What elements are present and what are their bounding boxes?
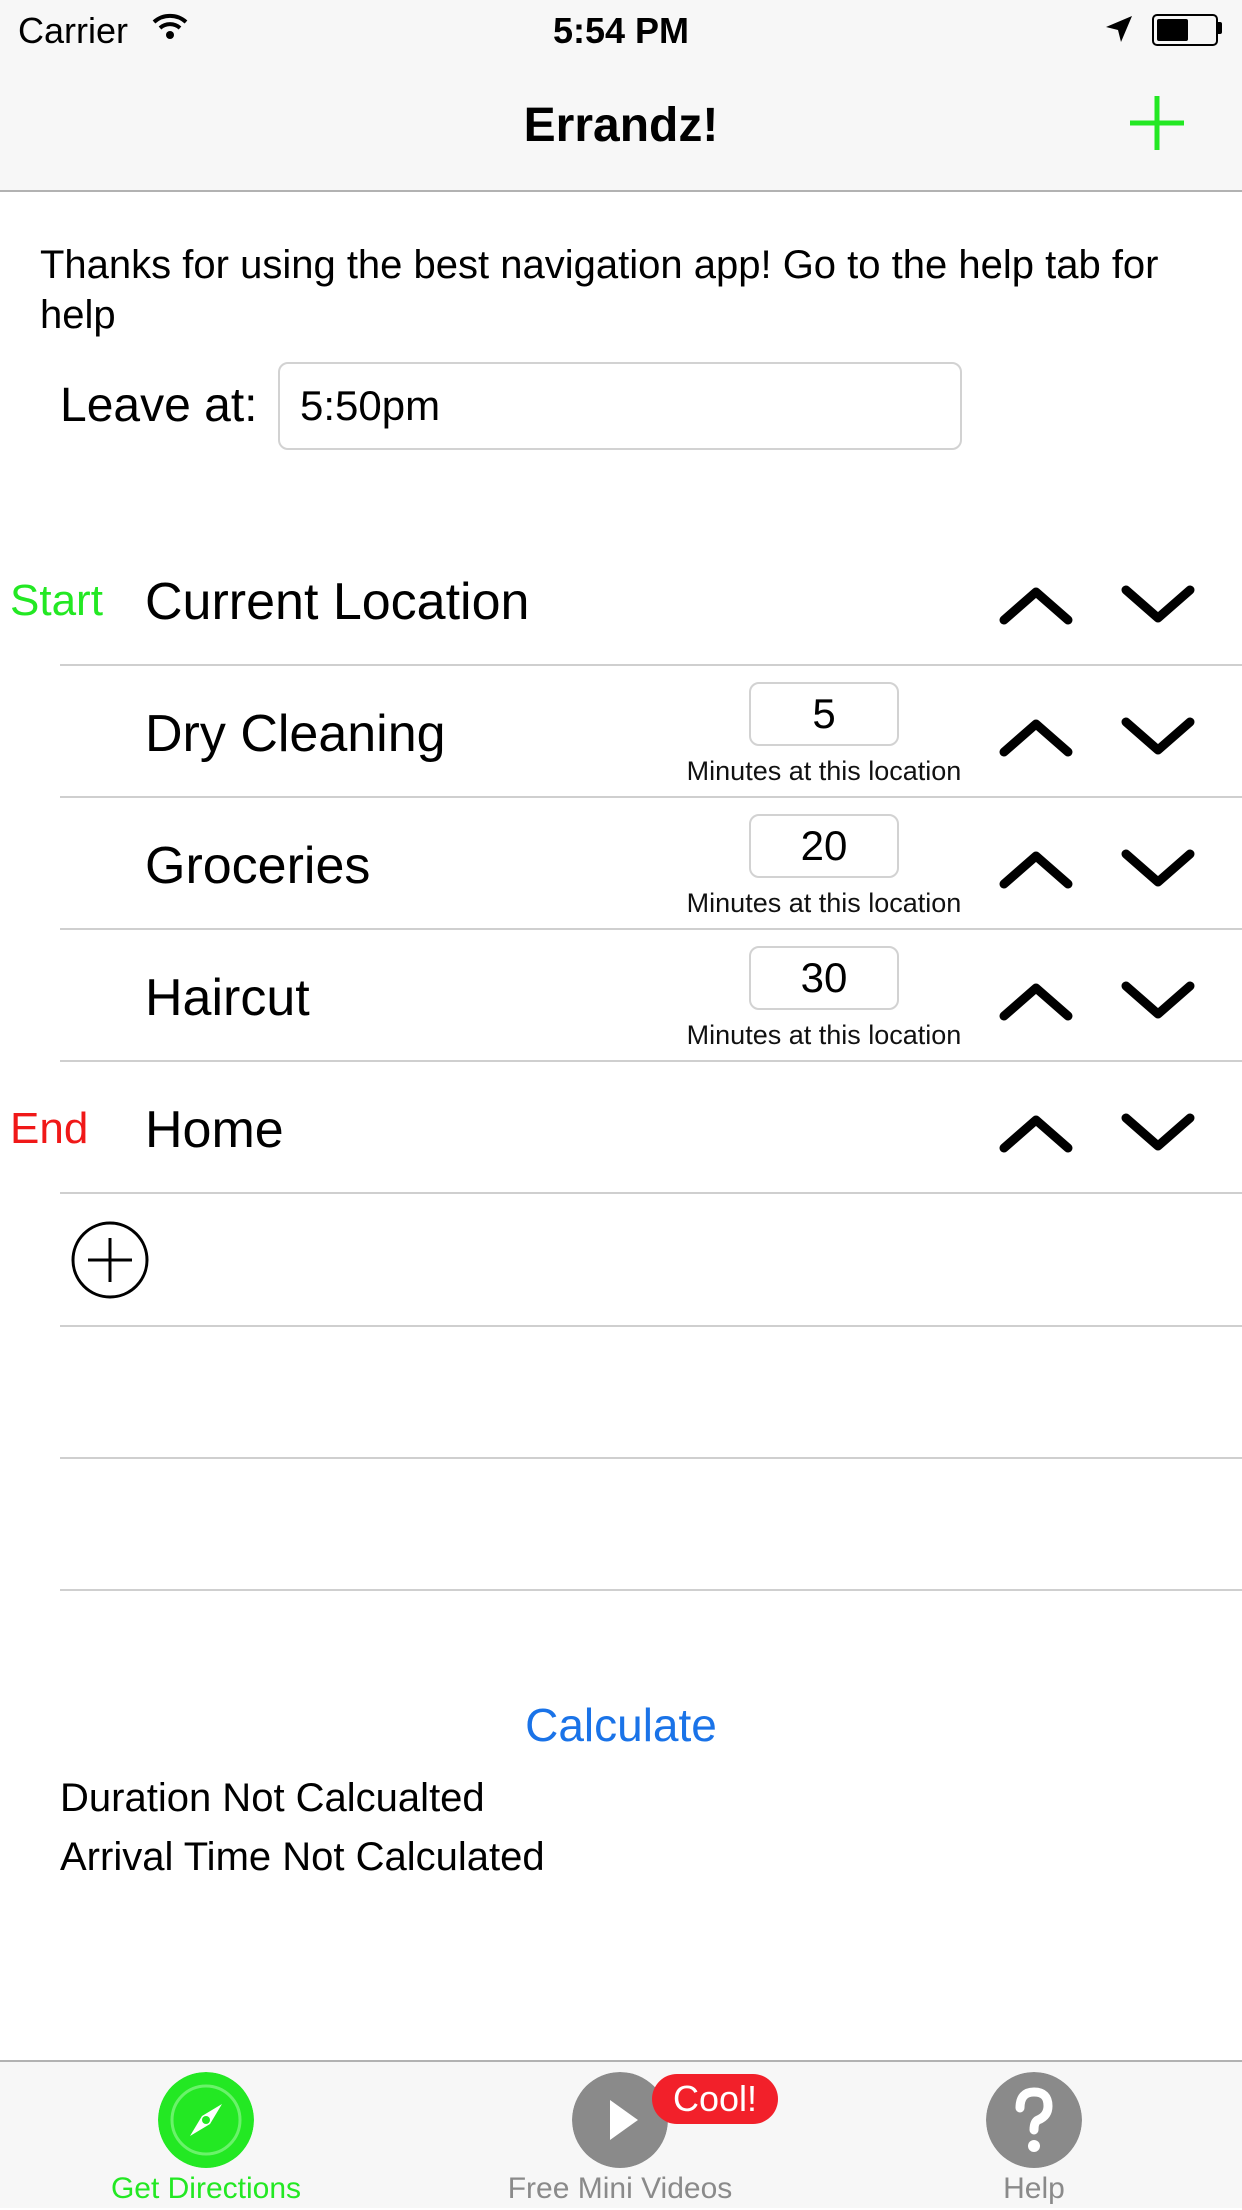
move-down-button[interactable] bbox=[1118, 580, 1198, 630]
navigation-bar: Errandz! bbox=[0, 62, 1242, 192]
play-icon bbox=[572, 2072, 668, 2168]
tab-get-directions[interactable]: Get Directions bbox=[56, 2062, 356, 2210]
plus-icon bbox=[1130, 96, 1184, 150]
row-divider bbox=[60, 1457, 1242, 1459]
end-tag: End bbox=[10, 1104, 89, 1153]
minutes-caption: Minutes at this location bbox=[686, 888, 962, 918]
move-up-button[interactable] bbox=[996, 580, 1076, 630]
stop-row-start[interactable]: Start Current Location bbox=[0, 534, 1242, 666]
stop-row-haircut[interactable]: Haircut 30 Minutes at this location bbox=[0, 930, 1242, 1062]
move-down-button[interactable] bbox=[1118, 712, 1198, 762]
status-bar: Carrier 5:54 PM bbox=[0, 0, 1242, 62]
move-down-button[interactable] bbox=[1118, 1108, 1198, 1158]
tab-label: Free Mini Videos bbox=[507, 2172, 733, 2205]
duration-text: Duration Not Calcualted bbox=[60, 1776, 485, 1820]
leave-at-label: Leave at: bbox=[60, 379, 258, 432]
stop-row-dry-cleaning[interactable]: Dry Cleaning 5 Minutes at this location bbox=[0, 666, 1242, 798]
minutes-input[interactable]: 20 bbox=[749, 814, 899, 878]
battery-tip bbox=[1218, 22, 1222, 34]
minutes-caption: Minutes at this location bbox=[686, 756, 962, 786]
tab-label: Get Directions bbox=[110, 2172, 302, 2205]
minutes-input[interactable]: 30 bbox=[749, 946, 899, 1010]
minutes-input[interactable]: 5 bbox=[749, 682, 899, 746]
start-tag: Start bbox=[10, 576, 103, 625]
stop-row-groceries[interactable]: Groceries 20 Minutes at this location bbox=[0, 798, 1242, 930]
tab-label: Help bbox=[1003, 2172, 1065, 2205]
stop-name: Current Location bbox=[145, 573, 530, 631]
calculate-button[interactable]: Calculate bbox=[0, 1698, 1242, 1752]
intro-text: Thanks for using the best navigation app… bbox=[40, 243, 1159, 337]
stop-name: Dry Cleaning bbox=[145, 705, 446, 763]
minutes-caption: Minutes at this location bbox=[686, 1020, 962, 1050]
videos-badge: Cool! bbox=[652, 2074, 778, 2124]
add-stop-button[interactable] bbox=[70, 1220, 150, 1300]
move-up-button[interactable] bbox=[996, 976, 1076, 1026]
stop-row-end[interactable]: End Home bbox=[0, 1062, 1242, 1194]
compass-icon bbox=[158, 2072, 254, 2168]
move-up-button[interactable] bbox=[996, 1108, 1076, 1158]
stop-name: Haircut bbox=[145, 969, 310, 1027]
battery-fill bbox=[1157, 19, 1188, 41]
location-arrow-icon bbox=[1106, 16, 1132, 42]
stop-name: Home bbox=[145, 1101, 284, 1159]
move-up-button[interactable] bbox=[996, 712, 1076, 762]
row-divider bbox=[60, 1589, 1242, 1591]
battery-icon bbox=[1152, 14, 1218, 46]
move-up-button[interactable] bbox=[996, 844, 1076, 894]
plus-circle-icon bbox=[71, 1221, 149, 1299]
leave-time-input[interactable] bbox=[278, 362, 962, 450]
tab-help[interactable]: Help bbox=[884, 2062, 1184, 2210]
row-divider bbox=[60, 1325, 1242, 1327]
tab-bar: Get Directions Free Mini Videos Help bbox=[0, 2060, 1242, 2208]
status-time: 5:54 PM bbox=[552, 10, 690, 51]
page-title: Errandz! bbox=[523, 99, 719, 152]
arrival-time-text: Arrival Time Not Calculated bbox=[60, 1835, 545, 1879]
row-divider bbox=[60, 1192, 1242, 1194]
question-icon bbox=[986, 2072, 1082, 2168]
move-down-button[interactable] bbox=[1118, 976, 1198, 1026]
add-errand-button[interactable] bbox=[1122, 88, 1192, 158]
move-down-button[interactable] bbox=[1118, 844, 1198, 894]
stop-name: Groceries bbox=[145, 837, 371, 895]
